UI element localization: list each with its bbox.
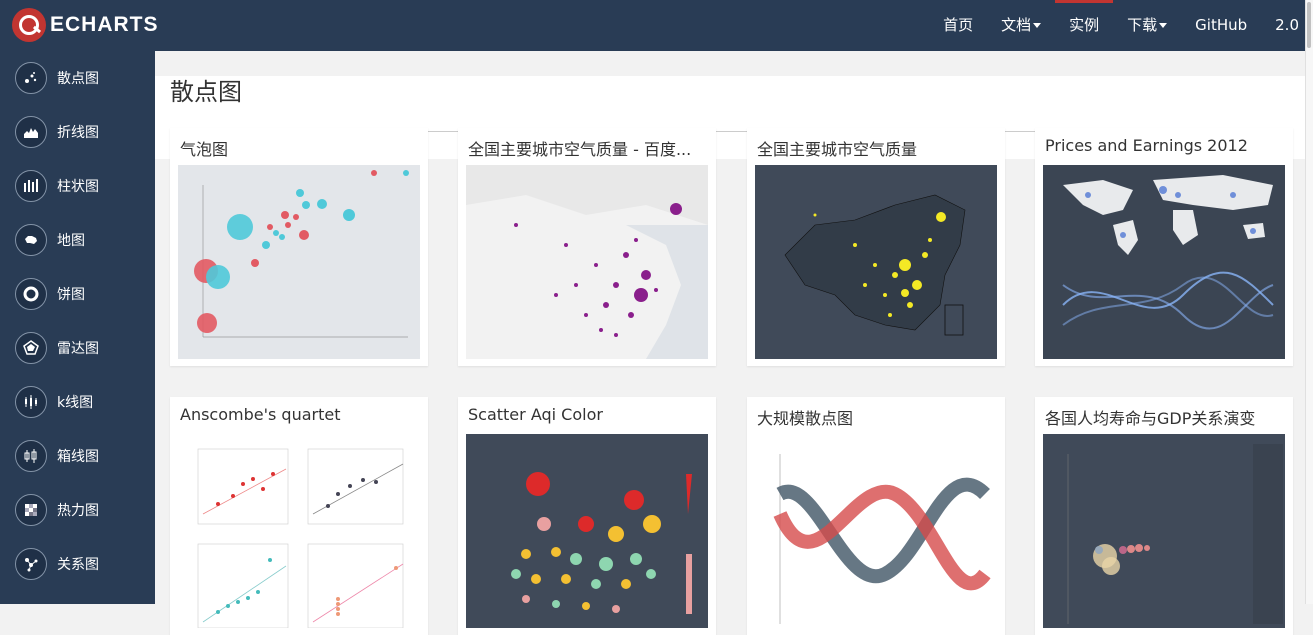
nav-item-label: 2.0 (1275, 16, 1299, 34)
scrollbar-thumb[interactable] (1307, 2, 1311, 48)
sidebar-item-boxplot[interactable]: 箱线图 (0, 429, 155, 483)
logo-text: ECHARTS (50, 13, 159, 36)
nav-item-github[interactable]: GitHub (1181, 0, 1261, 51)
example-card[interactable]: 各国人均寿命与GDP关系演变 (1035, 397, 1293, 635)
sidebar-item-line[interactable]: 折线图 (0, 105, 155, 159)
sidebar-item-bar[interactable]: 柱状图 (0, 159, 155, 213)
example-card[interactable]: 气泡图 (170, 128, 428, 366)
echarts-logo[interactable]: ECHARTS (12, 8, 159, 42)
bar-icon (15, 170, 47, 202)
card-thumbnail (755, 434, 997, 628)
sidebar-item-label: 箱线图 (57, 449, 99, 465)
caret-down-icon (1159, 23, 1168, 28)
scatter-icon (15, 62, 47, 94)
line-icon (15, 116, 47, 148)
sidebar-item-label: 地图 (57, 233, 85, 249)
page-scrollbar[interactable] (1305, 0, 1313, 604)
radar-icon (15, 332, 47, 364)
sidebar-item-heatmap[interactable]: 热力图 (0, 483, 155, 537)
echarts-logo-icon (12, 8, 46, 42)
card-thumbnail (178, 434, 420, 628)
example-card[interactable]: Scatter Aqi Color (458, 397, 716, 635)
card-title: 大规模散点图 (757, 409, 854, 428)
sidebar-item-candlestick[interactable]: k线图 (0, 375, 155, 429)
example-card[interactable]: Anscombe's quartet (170, 397, 428, 635)
card-title: Scatter Aqi Color (468, 405, 603, 424)
nav-item-label: GitHub (1195, 16, 1248, 34)
main-content: 散点图 气泡图 全国主要城市空气质量 - 百度... 全国主要城市空气质量 Pr… (155, 51, 1305, 635)
sidebar-item-label: 柱状图 (57, 179, 99, 195)
nav-item-download[interactable]: 下载 (1113, 0, 1181, 51)
sidebar-item-graph[interactable]: 关系图 (0, 537, 155, 591)
card-title: Anscombe's quartet (180, 405, 341, 424)
example-card[interactable]: 全国主要城市空气质量 - 百度... (458, 128, 716, 366)
sidebar-item-label: 热力图 (57, 503, 99, 519)
top-navbar: ECHARTS 首页 文档 实例 下载 GitHub 2.0 (0, 0, 1313, 51)
sidebar-item-label: k线图 (57, 395, 94, 411)
sidebar-item-pie[interactable]: 饼图 (0, 267, 155, 321)
candlestick-icon (15, 386, 47, 418)
caret-down-icon (1033, 23, 1042, 28)
card-title: 各国人均寿命与GDP关系演变 (1045, 409, 1256, 428)
nav-item-docs[interactable]: 文档 (987, 0, 1055, 51)
nav-item-label: 下载 (1127, 16, 1158, 34)
card-title: 全国主要城市空气质量 (757, 140, 918, 159)
example-card[interactable]: Prices and Earnings 2012 (1035, 128, 1293, 366)
page-title: 散点图 (170, 78, 242, 106)
sidebar-item-label: 折线图 (57, 125, 99, 141)
sidebar-item-label: 散点图 (57, 71, 99, 87)
sidebar-item-radar[interactable]: 雷达图 (0, 321, 155, 375)
nav-item-examples[interactable]: 实例 (1055, 0, 1114, 51)
example-card[interactable]: 大规模散点图 (747, 397, 1005, 635)
nav-menu: 首页 文档 实例 下载 GitHub 2.0 (929, 0, 1313, 51)
card-thumbnail (755, 165, 997, 359)
example-card[interactable]: 全国主要城市空气质量 (747, 128, 1005, 366)
card-thumbnail (1043, 434, 1285, 628)
card-title: 全国主要城市空气质量 - 百度... (468, 140, 692, 159)
sidebar: 散点图 折线图 柱状图 地图 饼图 雷达图 k线图 箱线图 热力图 关系图 (0, 51, 155, 604)
nav-item-label: 首页 (943, 16, 974, 34)
pie-icon (15, 278, 47, 310)
map-icon (15, 224, 47, 256)
nav-item-label: 实例 (1069, 16, 1100, 34)
card-thumbnail (1043, 165, 1285, 359)
sidebar-item-scatter[interactable]: 散点图 (0, 51, 155, 105)
card-thumbnail (178, 165, 420, 359)
nav-item-home[interactable]: 首页 (929, 0, 987, 51)
sidebar-item-map[interactable]: 地图 (0, 213, 155, 267)
card-thumbnail (466, 165, 708, 359)
heatmap-icon (15, 494, 47, 526)
nav-item-label: 文档 (1001, 16, 1032, 34)
sidebar-item-label: 饼图 (57, 287, 85, 303)
card-thumbnail (466, 434, 708, 628)
graph-icon (15, 548, 47, 580)
boxplot-icon (15, 440, 47, 472)
sidebar-item-label: 雷达图 (57, 341, 99, 357)
card-title: Prices and Earnings 2012 (1045, 136, 1248, 155)
card-title: 气泡图 (180, 140, 229, 159)
sidebar-item-label: 关系图 (57, 557, 99, 573)
